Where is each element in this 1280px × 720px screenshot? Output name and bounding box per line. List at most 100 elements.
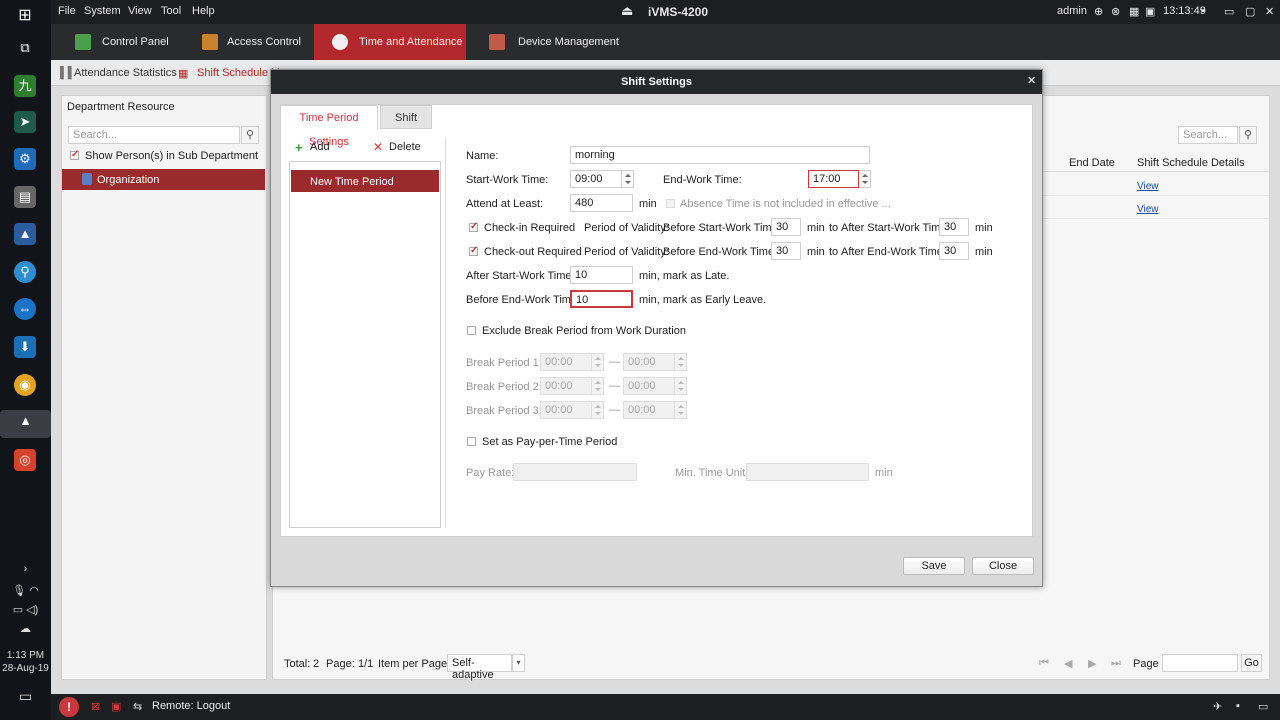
break-3-label: Break Period 3: [466,405,542,417]
break-1-end-stepper[interactable] [675,353,687,371]
last-page-icon[interactable]: ⏭ [1111,657,1121,670]
search-icon[interactable]: ⚲ [241,126,259,144]
schedule-search-input[interactable]: Search... [1178,126,1238,144]
ivms-icon[interactable]: ▲ [0,410,51,438]
first-page-icon[interactable]: ⏮ [1039,657,1049,670]
org-row-selected[interactable] [62,169,265,190]
minimize-icon[interactable]: ▭ [1224,5,1234,18]
mic-wifi-icon[interactable]: 🎙 ◠ [0,584,51,597]
expand-icon[interactable]: ▭ [1258,700,1268,713]
checkout-after-input[interactable]: 30 [939,242,969,260]
break-2-end[interactable]: 00:00 [623,377,675,395]
app-green-icon[interactable]: 九 [14,75,36,97]
alarm-status-icon[interactable]: ⊠ [91,700,100,713]
battery-volume-icon[interactable]: ▭ ◁) [0,603,51,616]
menu-view[interactable]: View [128,5,152,17]
cpu-icon[interactable]: ▣ [1145,5,1155,18]
chevron-right-icon[interactable]: › [0,563,51,575]
prev-page-icon[interactable]: ◀ [1064,657,1072,670]
break-1-start[interactable]: 00:00 [540,353,592,371]
break-3-end[interactable]: 00:00 [623,401,675,419]
tab-time-attendance[interactable]: Time and Attendance [314,24,466,60]
menu-file[interactable]: File [58,5,76,17]
late-input[interactable]: 10 [570,266,633,284]
checkin-before-input[interactable]: 30 [771,218,801,236]
page-number-input[interactable] [1162,654,1238,672]
add-button[interactable]: Add [310,141,330,153]
view-details-link[interactable]: View [1137,204,1159,215]
maximize-icon[interactable]: ▢ [1245,5,1255,18]
menu-system[interactable]: System [84,5,121,17]
checkout-checkbox[interactable] [469,245,478,256]
checkin-checkbox[interactable] [469,221,478,232]
save-button[interactable]: Save [903,557,965,575]
break-2-end-stepper[interactable] [675,377,687,395]
remote-logout[interactable]: Remote: Logout [152,700,230,712]
alarm-icon[interactable]: ⊗ [1111,5,1120,18]
event-status-icon[interactable]: ▣ [111,700,121,713]
tab-control-panel[interactable]: Control Panel [71,24,181,60]
close-button[interactable]: Close [972,557,1034,575]
attend-input[interactable]: 480 [570,194,633,212]
chevron-down-icon[interactable]: ▾ [512,654,525,672]
name-input[interactable]: morning [570,146,870,164]
tab-time-period-settings[interactable]: Time Period Settings [280,105,378,148]
break-1-end[interactable]: 00:00 [623,353,675,371]
app-camera-icon[interactable]: ◎ [14,449,36,471]
early-input[interactable]: 10 [570,290,633,308]
dept-search-input[interactable]: Search... [68,126,240,144]
view-details-link[interactable]: View [1137,181,1159,192]
per-page-select[interactable]: Self-adaptive [447,654,512,681]
next-page-icon[interactable]: ▶ [1088,657,1096,670]
exclude-break-checkbox[interactable] [467,326,476,335]
window-icon[interactable]: ▪ [1236,700,1240,712]
go-button[interactable]: Go [1241,654,1262,672]
pay-per-time-checkbox[interactable] [467,437,476,446]
calendar-icon[interactable]: ▦ [1129,5,1139,18]
tab-shift[interactable]: Shift [380,105,432,129]
windows-icon[interactable]: ⊞ [14,5,36,27]
delete-button[interactable]: Delete [389,141,421,153]
checkout-before-input[interactable]: 30 [771,242,801,260]
tab-access-control[interactable]: Access Control [196,24,316,60]
task-view-icon[interactable]: ⧉ [14,37,36,59]
absence-checkbox[interactable] [666,199,675,208]
start-work-stepper[interactable] [622,170,634,188]
tab-attendance-statistics[interactable]: Attendance Statistics [74,67,177,79]
close-window-icon[interactable]: ✕ [1265,5,1274,18]
min-unit-input[interactable] [746,463,869,481]
checkin-to: to [829,222,839,234]
notification-icon[interactable]: ▭ [0,688,51,705]
app-install-icon[interactable]: ⬇ [14,336,36,358]
break-1-start-stepper[interactable] [592,353,604,371]
app-arrow-icon[interactable]: ➤ [14,111,36,133]
start-work-input[interactable]: 09:00 [570,170,622,188]
cloud-icon[interactable]: ☁ [0,622,51,635]
app-gear-icon[interactable]: ⚙ [14,148,36,170]
end-work-input[interactable]: 17:00 [808,170,859,188]
end-work-stepper[interactable] [859,170,871,188]
app-drive-icon[interactable]: ▲ [14,223,36,245]
tab-device-management[interactable]: Device Management [486,24,626,60]
show-sub-checkbox[interactable] [70,149,79,160]
globe-icon[interactable]: ⊕ [1094,5,1103,18]
menu-tool[interactable]: Tool [161,5,181,17]
tab-shift-schedule[interactable]: Shift Schedule M [197,67,280,79]
close-icon[interactable]: ✕ [1027,74,1039,88]
teamviewer-icon[interactable]: ⇔ [14,298,36,320]
break-2-start[interactable]: 00:00 [540,377,592,395]
break-3-end-stepper[interactable] [675,401,687,419]
break-2-start-stepper[interactable] [592,377,604,395]
alert-icon[interactable]: ! [59,697,79,717]
pay-rate-input[interactable] [513,463,637,481]
checkin-after-input[interactable]: 30 [939,218,969,236]
search-icon[interactable]: ⚲ [1239,126,1257,144]
chrome-icon[interactable]: ◉ [14,374,36,396]
app-disk-icon[interactable]: ▤ [14,186,36,208]
break-3-start[interactable]: 00:00 [540,401,592,419]
lock-icon[interactable]: ▪ [1201,5,1205,17]
break-3-start-stepper[interactable] [592,401,604,419]
pin-icon[interactable]: ✈ [1213,700,1222,713]
app-search-icon[interactable]: ⚲ [14,261,36,283]
menu-help[interactable]: Help [192,5,215,17]
